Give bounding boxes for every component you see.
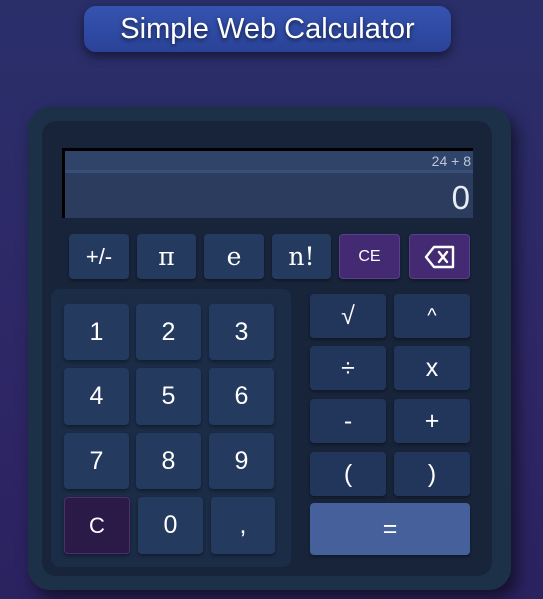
multiply-button[interactable]: x [394, 346, 470, 390]
toggle-sign-button[interactable]: +/- [69, 234, 129, 279]
digit-6-button[interactable]: 6 [209, 368, 274, 425]
app-title: Simple Web Calculator [84, 6, 451, 52]
digit-2-button[interactable]: 2 [136, 304, 201, 360]
factorial-button[interactable]: n! [272, 234, 331, 279]
open-parenthesis-button[interactable]: ( [310, 452, 386, 496]
pi-button[interactable]: π [137, 234, 196, 279]
digit-9-button[interactable]: 9 [209, 433, 274, 489]
add-button[interactable]: + [394, 399, 470, 443]
clear-button[interactable]: C [64, 497, 130, 554]
euler-button[interactable]: e [204, 234, 264, 279]
backspace-button[interactable] [409, 234, 470, 279]
display-value: 0 [451, 179, 470, 216]
display-expression: 24 + 8 [431, 153, 471, 169]
backspace-icon [424, 245, 454, 268]
divide-button[interactable]: ÷ [310, 346, 386, 390]
digit-7-button[interactable]: 7 [64, 433, 129, 489]
display-expression-bar [65, 151, 473, 173]
digit-5-button[interactable]: 5 [136, 368, 201, 425]
digit-1-button[interactable]: 1 [64, 304, 129, 360]
digit-3-button[interactable]: 3 [209, 304, 274, 360]
digit-8-button[interactable]: 8 [136, 433, 201, 489]
close-parenthesis-button[interactable]: ) [394, 452, 470, 496]
digit-0-button[interactable]: 0 [138, 497, 203, 554]
decimal-separator-button[interactable]: , [211, 497, 275, 554]
square-root-button[interactable]: √ [310, 294, 386, 338]
clear-entry-button[interactable]: CE [339, 234, 400, 279]
digit-4-button[interactable]: 4 [64, 368, 129, 425]
equals-button[interactable]: = [310, 503, 470, 555]
power-button[interactable]: ^ [394, 294, 470, 338]
calculator-display: 24 + 8 0 [62, 148, 473, 218]
subtract-button[interactable]: - [310, 399, 386, 443]
